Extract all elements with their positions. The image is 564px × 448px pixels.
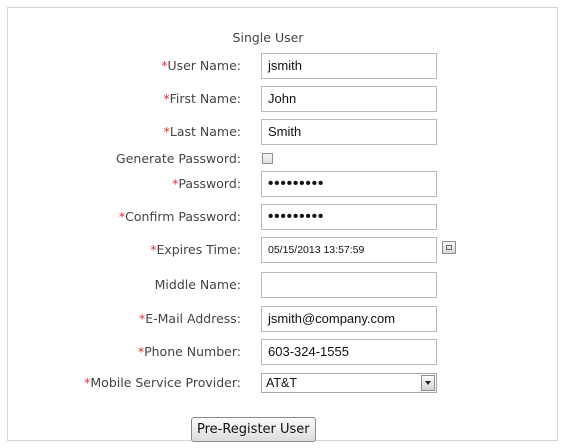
chevron-down-icon[interactable] [421,375,435,391]
email-row: *E-Mail Address: jsmith@company.com [8,304,559,334]
middle-name-row: Middle Name: [8,270,559,300]
phone-row: *Phone Number: 603-324-1555 [8,337,559,367]
mobile-provider-row: *Mobile Service Provider: AT&T [8,368,559,398]
phone-input[interactable]: 603-324-1555 [261,339,437,365]
mobile-provider-select[interactable]: AT&T [261,373,437,393]
password-input[interactable]: ••••••••• [261,171,437,197]
expires-time-row: *Expires Time: 05/15/2013 13:57:59 [8,235,559,265]
pre-register-user-button[interactable]: Pre-Register User [191,417,316,442]
last-name-input[interactable]: Smith [261,119,437,145]
first-name-label: *First Name: [163,91,241,106]
single-user-form: Single User *User Name: jsmith *First Na… [7,7,559,442]
middle-name-input[interactable] [261,272,437,298]
mobile-provider-value: AT&T [266,376,298,390]
form-title: Single User [232,30,304,45]
email-label: *E-Mail Address: [138,311,241,326]
phone-label: *Phone Number: [137,344,241,359]
password-label: *Password: [172,176,241,191]
expires-time-label: *Expires Time: [150,242,241,257]
confirm-password-input[interactable]: ••••••••• [261,204,437,230]
expires-time-input[interactable]: 05/15/2013 13:57:59 [261,237,437,263]
username-input[interactable]: jsmith [261,53,437,79]
confirm-password-label: *Confirm Password: [118,209,241,224]
confirm-password-row: *Confirm Password: ••••••••• [8,202,559,232]
calendar-icon[interactable] [442,241,456,254]
username-row: *User Name: jsmith [8,51,559,81]
middle-name-label: Middle Name: [154,277,241,292]
username-label: *User Name: [161,58,241,73]
mobile-provider-label: *Mobile Service Provider: [84,375,241,390]
password-row: *Password: ••••••••• [8,169,559,199]
last-name-label: *Last Name: [163,124,241,139]
last-name-row: *Last Name: Smith [8,117,559,147]
generate-password-checkbox[interactable] [262,153,273,164]
email-input[interactable]: jsmith@company.com [261,306,437,332]
first-name-row: *First Name: John [8,84,559,114]
first-name-input[interactable]: John [261,86,437,112]
